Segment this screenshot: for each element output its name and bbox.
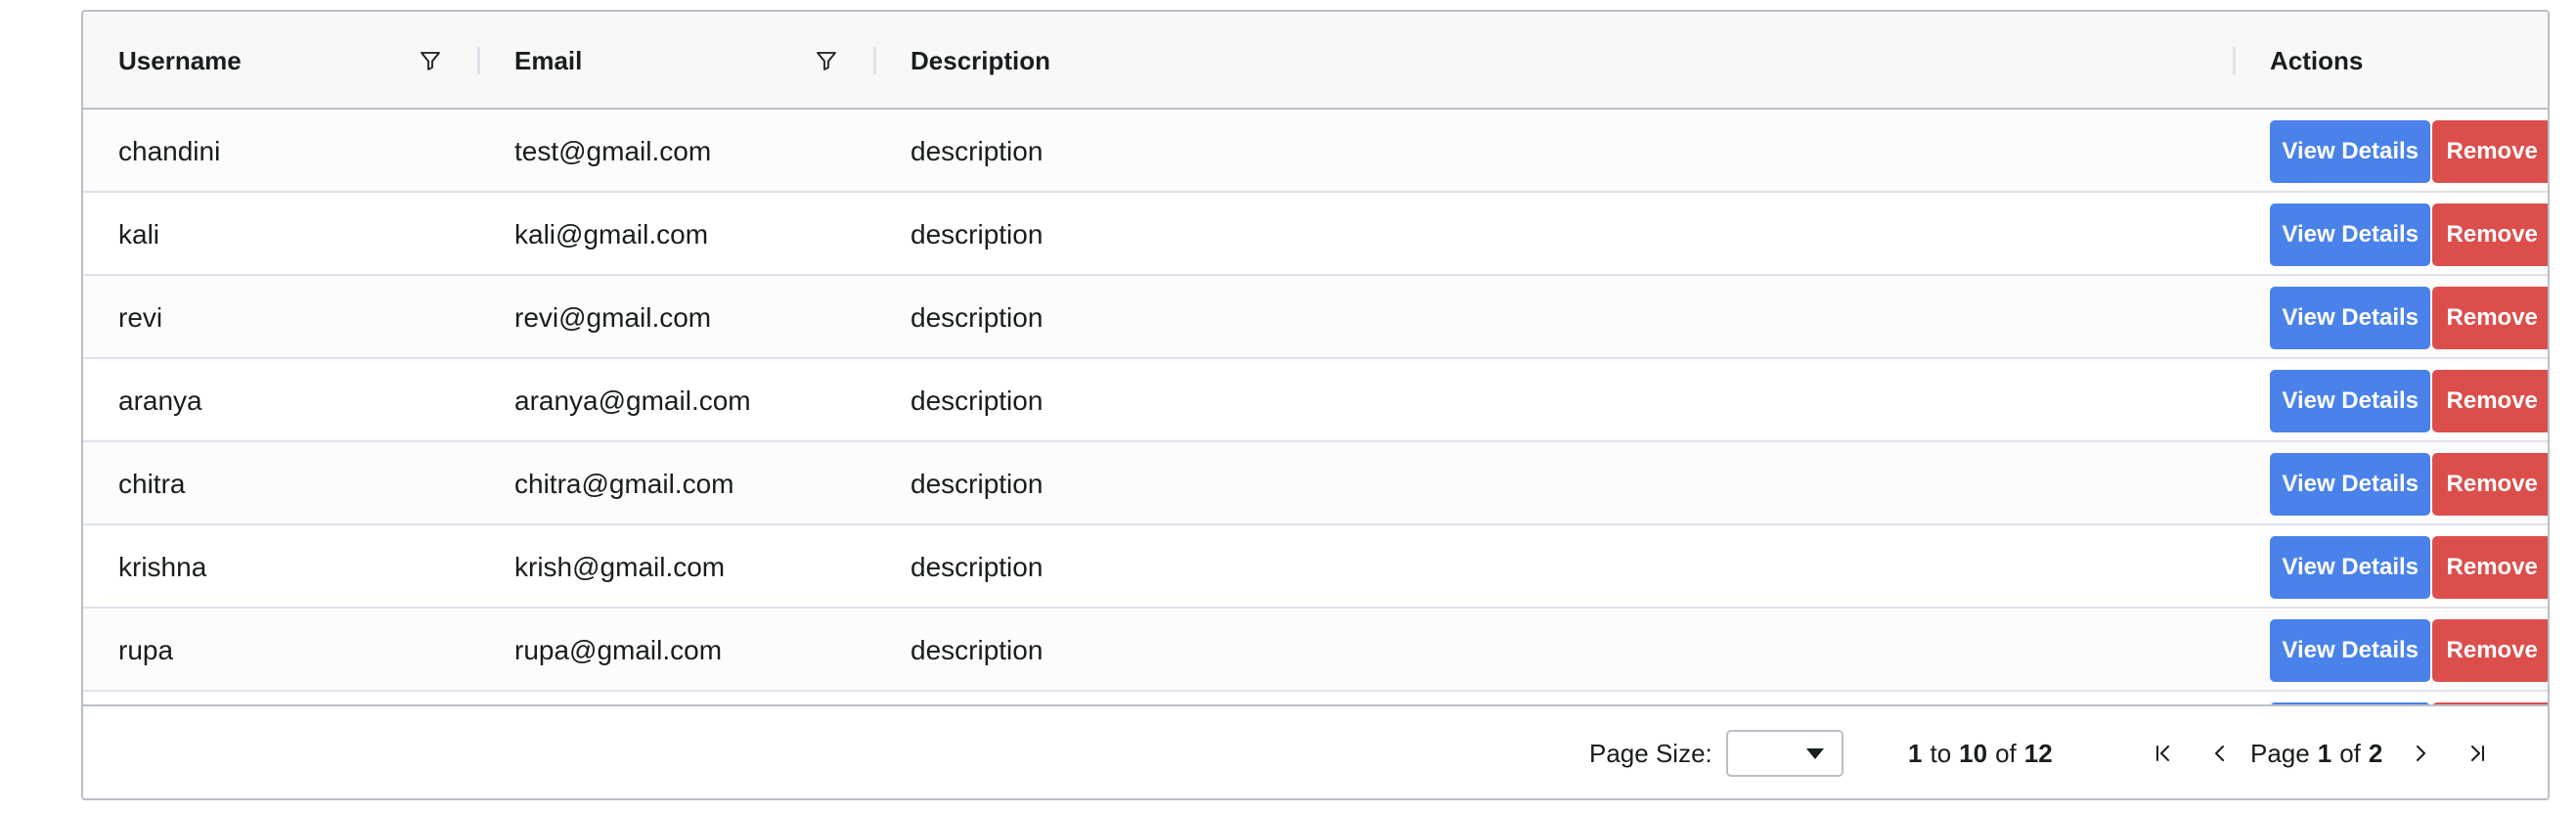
previous-page-icon[interactable]: [2205, 734, 2235, 773]
total-pages: 2: [2368, 738, 2383, 768]
view-details-button[interactable]: View Details: [2270, 203, 2431, 266]
column-header-actions[interactable]: Actions: [2235, 12, 2548, 110]
view-details-button[interactable]: View Details: [2270, 286, 2431, 349]
range-of-text: of: [1995, 738, 2017, 768]
view-details-button[interactable]: View Details: [2270, 618, 2431, 682]
grid-body: chandini test@gmail.com description View…: [83, 110, 2548, 718]
page-size-select[interactable]: [1725, 730, 1843, 777]
filter-icon[interactable]: [813, 47, 840, 74]
table-row[interactable]: chitra chitra@gmail.com description View…: [83, 442, 2548, 525]
dropdown-caret-icon: [1805, 747, 1824, 759]
column-header-email[interactable]: Email: [479, 12, 875, 110]
cell-username: kali: [118, 218, 160, 249]
cell-email: kali@gmail.com: [514, 218, 709, 249]
cell-username: revi: [118, 301, 163, 333]
cell-email: chitra@gmail.com: [514, 468, 734, 499]
cell-email: revi@gmail.com: [514, 301, 712, 333]
next-page-icon[interactable]: [2406, 734, 2435, 773]
remove-button[interactable]: Remove: [2432, 286, 2548, 349]
table-row[interactable]: kali kali@gmail.com description View Det…: [83, 193, 2548, 276]
row-summary: 1 to 10 of 12: [1908, 706, 2053, 798]
cell-username: chandini: [118, 135, 221, 166]
remove-button[interactable]: Remove: [2432, 618, 2548, 682]
cell-email: rupa@gmail.com: [514, 634, 723, 665]
view-details-button[interactable]: View Details: [2270, 535, 2431, 599]
remove-button[interactable]: Remove: [2432, 452, 2548, 516]
cell-actions: View Details Remove: [2235, 525, 2548, 609]
table-row[interactable]: chandini test@gmail.com description View…: [83, 110, 2548, 193]
cell-username: aranya: [118, 384, 202, 416]
remove-button[interactable]: Remove: [2432, 535, 2548, 599]
cell-email: aranya@gmail.com: [514, 384, 751, 416]
cell-description: description: [910, 551, 1044, 582]
grid-header: Username Email Description Actions: [83, 12, 2548, 110]
cell-username: chitra: [118, 468, 186, 499]
table-row[interactable]: rupa rupa@gmail.com description View Det…: [83, 609, 2548, 692]
view-details-button[interactable]: View Details: [2270, 452, 2431, 516]
page-of-text: of: [2339, 738, 2361, 768]
cell-email: krish@gmail.com: [514, 551, 726, 582]
range-start: 1: [1908, 738, 1923, 768]
cell-email: test@gmail.com: [514, 135, 712, 166]
table-row[interactable]: krishna krish@gmail.com description View…: [83, 525, 2548, 609]
page-navigation: Page 1 of 2: [2149, 706, 2492, 798]
cell-actions: View Details Remove: [2235, 442, 2548, 525]
first-page-icon[interactable]: [2149, 734, 2178, 773]
row-total: 12: [2023, 738, 2053, 768]
view-details-button[interactable]: View Details: [2270, 119, 2431, 183]
cell-description: description: [910, 135, 1044, 166]
cell-description: description: [910, 468, 1044, 499]
column-header-label: Actions: [2270, 45, 2364, 75]
remove-button[interactable]: Remove: [2432, 203, 2548, 266]
last-page-icon[interactable]: [2463, 734, 2492, 773]
column-header-label: Description: [910, 45, 1051, 75]
table-row[interactable]: revi revi@gmail.com description View Det…: [83, 276, 2548, 359]
range-end: 10: [1959, 738, 1988, 768]
column-resize-handle[interactable]: [2549, 47, 2550, 74]
cell-actions: View Details Remove: [2235, 359, 2548, 442]
cell-description: description: [910, 218, 1044, 249]
cell-actions: View Details Remove: [2235, 110, 2548, 193]
current-page: 1: [2317, 738, 2332, 768]
page-label: Page: [2250, 738, 2310, 768]
pagination-panel: Page Size: 1 to 10 of 12 Page 1 of 2: [83, 704, 2548, 798]
page-size-label: Page Size:: [1589, 738, 1712, 768]
page-size-control: Page Size:: [1589, 706, 1843, 798]
cell-username: rupa: [118, 634, 174, 665]
table-row[interactable]: aranya aranya@gmail.com description View…: [83, 359, 2548, 442]
column-header-description[interactable]: Description: [875, 12, 2235, 110]
cell-actions: View Details Remove: [2235, 276, 2548, 359]
cell-description: description: [910, 301, 1044, 333]
remove-button[interactable]: Remove: [2432, 369, 2548, 432]
column-header-username[interactable]: Username: [83, 12, 479, 110]
cell-description: description: [910, 384, 1044, 416]
view-details-button[interactable]: View Details: [2270, 369, 2431, 432]
range-to-text: to: [1930, 738, 1952, 768]
column-header-label: Email: [514, 45, 583, 75]
cell-actions: View Details Remove: [2235, 193, 2548, 276]
remove-button[interactable]: Remove: [2432, 119, 2548, 183]
cell-description: description: [910, 634, 1044, 665]
cell-username: krishna: [118, 551, 207, 582]
column-header-label: Username: [118, 45, 242, 75]
users-data-grid: Username Email Description Actions chand…: [81, 10, 2550, 800]
filter-icon[interactable]: [417, 47, 444, 74]
cell-actions: View Details Remove: [2235, 609, 2548, 692]
